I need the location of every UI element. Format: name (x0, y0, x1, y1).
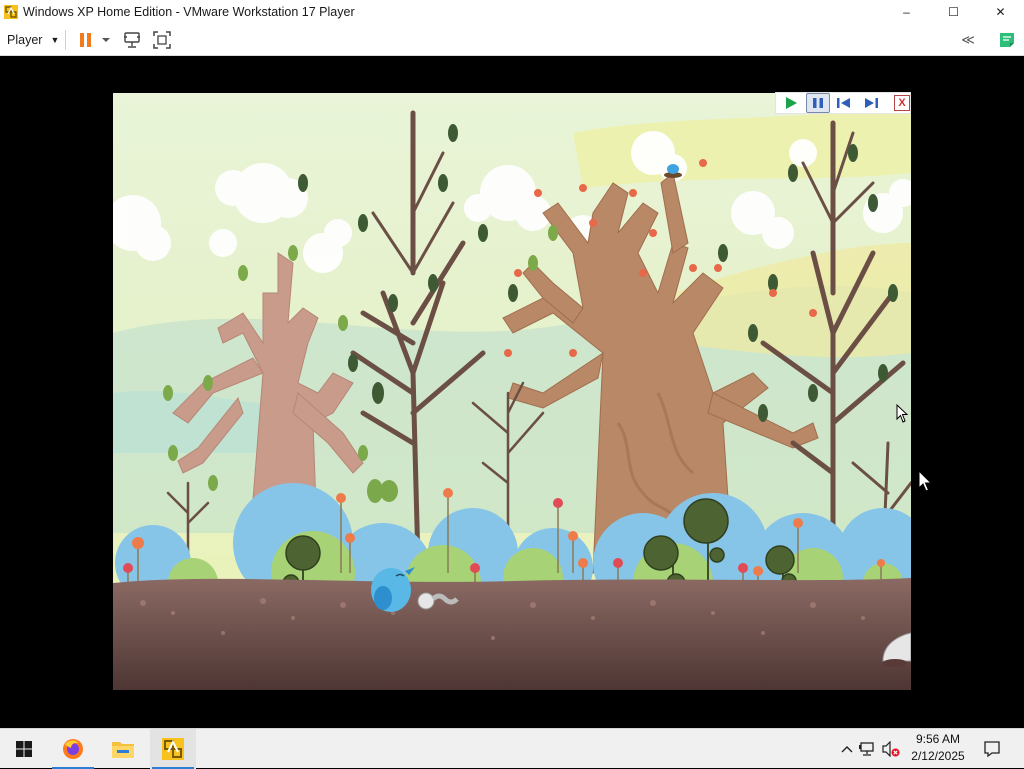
volume-muted-icon (882, 741, 900, 757)
file-explorer-icon (112, 742, 134, 758)
start-icon (16, 741, 32, 757)
minimize-icon: – (903, 5, 910, 19)
taskbar-clock[interactable]: 9:56 AM 2/12/2025 (906, 731, 970, 765)
mouse-cursor-icon (896, 404, 909, 423)
toolbar-divider (65, 30, 66, 50)
title-bar: Windows XP Home Edition - VMware Worksta… (0, 0, 1024, 25)
notifications-icon (984, 741, 1000, 758)
taskbar-file-explorer[interactable] (100, 729, 146, 769)
host-cursor-icon (918, 470, 933, 492)
close-screensaver-button[interactable]: X (894, 95, 911, 111)
vm-display[interactable] (0, 56, 1024, 728)
taskbar-vmware[interactable] (150, 729, 196, 769)
close-icon: X (898, 97, 906, 109)
next-icon (865, 98, 879, 108)
previous-icon (837, 98, 851, 108)
previous-button[interactable] (833, 93, 857, 113)
close-button[interactable]: ✕ (977, 0, 1024, 24)
notes-button[interactable] (996, 29, 1018, 51)
maximize-button[interactable]: ☐ (930, 0, 977, 24)
unity-collapse-icon: ≪ (961, 32, 975, 47)
screensaver-scene (113, 93, 911, 690)
start-button[interactable] (0, 729, 48, 769)
chevron-up-icon (841, 746, 853, 753)
firefox-icon (63, 739, 83, 759)
windows-taskbar: 9:56 AM 2/12/2025 (0, 728, 1024, 769)
player-menu-button[interactable]: Player ▼ (7, 30, 59, 50)
show-hidden-icons-button[interactable] (838, 729, 856, 769)
notifications-button[interactable] (976, 729, 1008, 769)
power-options-dropdown[interactable] (100, 32, 112, 48)
vmware-icon (4, 5, 18, 19)
taskbar-firefox[interactable] (50, 729, 96, 769)
play-button[interactable] (779, 93, 803, 113)
unity-collapse-button[interactable]: ≪ (956, 31, 980, 49)
send-ctrl-alt-del-button[interactable] (121, 29, 143, 51)
pause-icon (80, 33, 91, 47)
vmware-icon (162, 738, 184, 760)
pause-vm-button[interactable] (77, 30, 95, 50)
window-title: Windows XP Home Edition - VMware Worksta… (23, 5, 355, 19)
play-icon (785, 97, 797, 109)
clock-date: 2/12/2025 (911, 749, 965, 763)
volume-button[interactable] (880, 729, 902, 769)
screensaver-media-controls: X (775, 92, 911, 114)
next-button[interactable] (859, 93, 883, 113)
maximize-icon: ☐ (948, 5, 959, 19)
full-screen-icon (153, 31, 171, 49)
pause-icon (812, 98, 823, 108)
network-button[interactable] (856, 729, 880, 769)
player-menu-label: Player (7, 33, 43, 47)
player-toolbar: Player ▼ ≪ (0, 24, 1024, 56)
network-icon (859, 742, 874, 756)
pause-button[interactable] (805, 93, 830, 113)
chevron-down-icon: ▼ (50, 35, 60, 45)
close-icon: ✕ (995, 5, 1006, 19)
full-screen-button[interactable] (151, 29, 173, 51)
dropdown-caret-icon (102, 38, 110, 42)
send-ctrl-alt-del-icon (124, 32, 140, 48)
notes-icon (1000, 33, 1014, 47)
minimize-button[interactable]: – (883, 0, 930, 24)
clock-time: 9:56 AM (915, 732, 961, 746)
